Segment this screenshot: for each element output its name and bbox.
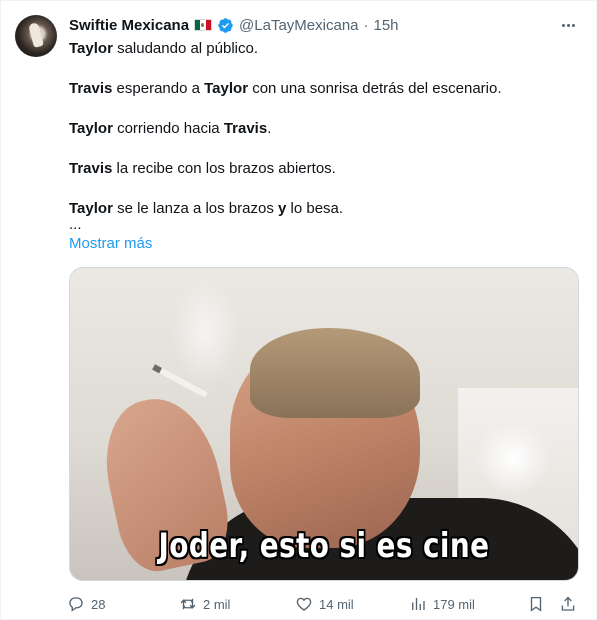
tweet-line-2: Travis esperando a Taylor con una sonris… — [69, 80, 502, 97]
mexico-flag-icon — [194, 19, 213, 31]
views-button[interactable]: 179 mil — [409, 595, 527, 613]
tweet-ellipsis: ... — [69, 216, 82, 233]
view-count: 179 mil — [433, 596, 475, 612]
tweet-line-4: Travis la recibe con los brazos abiertos… — [69, 160, 336, 177]
tweet-actions: 28 2 mil 14 mil 179 mil — [67, 593, 581, 615]
tweet-line-1: Taylor saludando al público. — [69, 40, 259, 57]
share-button[interactable] — [559, 595, 579, 613]
tweet-media-image[interactable]: Joder, esto si es cine — [69, 267, 579, 581]
bookmark-icon — [530, 596, 542, 612]
reply-button[interactable]: 28 — [67, 595, 179, 613]
more-options-icon[interactable] — [558, 15, 578, 35]
tweet-card[interactable]: Swiftie Mexicana @LaTayMexicana · 15h Ta… — [0, 0, 597, 620]
separator-dot: · — [363, 16, 369, 34]
tweet-header: Swiftie Mexicana @LaTayMexicana · 15h — [69, 15, 399, 35]
tweet-text: Taylor saludando al público. Travis espe… — [69, 39, 569, 233]
like-button[interactable]: 14 mil — [295, 595, 409, 613]
share-icon — [561, 596, 575, 611]
retweet-count: 2 mil — [203, 596, 231, 612]
tweet-line-3: Taylor corriendo hacia Travis. — [69, 120, 272, 137]
retweet-button[interactable]: 2 mil — [179, 595, 295, 613]
author-handle[interactable]: @LaTayMexicana — [239, 17, 358, 34]
retweet-icon — [180, 598, 196, 610]
views-chart-icon — [412, 598, 425, 610]
author-name[interactable]: Swiftie Mexicana — [69, 17, 189, 34]
verified-badge-icon — [218, 17, 233, 33]
heart-icon — [296, 597, 312, 611]
tweet-timestamp[interactable]: 15h — [374, 17, 399, 34]
reply-icon — [69, 597, 83, 612]
tweet-line-5: Taylor se le lanza a los brazos y lo bes… — [69, 200, 344, 217]
meme-caption: Joder, esto si es cine — [158, 526, 490, 566]
reply-count: 28 — [91, 596, 106, 612]
avatar[interactable] — [15, 15, 57, 57]
show-more-link[interactable]: Mostrar más — [69, 235, 152, 252]
bookmark-button[interactable] — [527, 595, 559, 613]
like-count: 14 mil — [319, 596, 354, 612]
